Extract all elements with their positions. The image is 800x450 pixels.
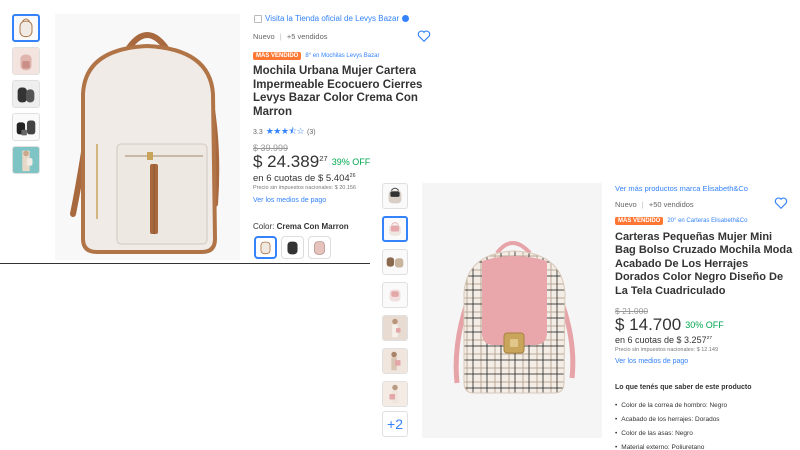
p2-bestseller-row: MÁS VENDIDO 20° en Carteras Elisabeth&Co (615, 217, 747, 225)
p2-thumbnail-7[interactable] (382, 381, 408, 407)
main-product-image[interactable] (55, 14, 240, 260)
favorite-heart-icon[interactable] (417, 29, 431, 43)
rating-row[interactable]: 3.3 ★★★⯪☆ (3) (253, 124, 316, 140)
p2-category-rank-link[interactable]: 20° en Carteras Elisabeth&Co (667, 218, 747, 224)
review-count: (3) (307, 128, 316, 136)
spec-item: Acabado de los herrajes: Dorados (615, 413, 727, 427)
spec-item: Color de las asas: Negro (615, 427, 727, 441)
backpack-cream-icon (19, 18, 33, 38)
p2-thumbnail-2[interactable] (382, 216, 408, 242)
thumbnail-4[interactable] (12, 113, 40, 141)
condition-sold: Nuevo | +5 vendidos (253, 32, 328, 41)
bag-set-icon (386, 257, 404, 268)
tax-note: Precio sin impuestos nacionales: $ 20.15… (253, 185, 357, 191)
p2-thumbnail-5[interactable] (382, 315, 408, 341)
discount-label: 39% OFF (331, 157, 371, 167)
installments: en 6 cuotas de $ 5.40426 (253, 173, 355, 184)
bag-pink-front-icon (389, 289, 401, 302)
price-cents: 27 (319, 154, 328, 163)
current-price: $ 24.389 27 39% OFF (253, 152, 370, 172)
p2-condition-text: Nuevo (615, 200, 637, 209)
p2-product-title: Carteras Pequeñas Mujer Mini Bag Bolso C… (615, 231, 793, 297)
mini-bag-main-image-icon (422, 183, 602, 438)
color-swatch-cream[interactable] (254, 236, 277, 259)
condition-text: Nuevo (253, 32, 275, 41)
rating-stars-icon: ★★★⯪☆ (265, 126, 305, 136)
swatch-pink-icon (314, 241, 325, 255)
swatch-cream-icon (260, 241, 271, 255)
p2-payment-methods-link[interactable]: Ver los medios de pago (615, 358, 688, 365)
p2-thumbnail-4[interactable] (382, 282, 408, 308)
p2-discount-label: 30% OFF (685, 320, 724, 330)
installments-cents: 26 (349, 173, 356, 179)
color-swatch-pink[interactable] (308, 236, 331, 259)
color-label-text: Color: (253, 222, 275, 231)
p2-thumbnail-3[interactable] (382, 249, 408, 275)
payment-methods-link[interactable]: Ver los medios de pago (253, 197, 326, 204)
p2-installments-cents: 27 (706, 336, 713, 341)
thumbnail-1[interactable] (12, 14, 40, 42)
p2-tax-note: Precio sin impuestos nacionales: $ 12.14… (615, 347, 719, 353)
backpack-pink-icon (13, 48, 39, 74)
backpack-black-set-icon (16, 120, 36, 136)
backpack-black-icon (13, 81, 39, 107)
know-section-title: Lo que tenés que saber de este producto (615, 384, 752, 391)
p2-sold-count: +50 vendidos (648, 200, 694, 209)
bag-model-3-icon (383, 382, 407, 406)
p2-favorite-heart-icon[interactable] (774, 196, 788, 210)
p2-current-price: $ 14.700 30% OFF (615, 315, 724, 335)
product-title: Mochila Urbana Mujer Cartera Impermeable… (253, 65, 423, 118)
brand-products-link[interactable]: Ver más productos marca Elisabeth&Co (615, 184, 748, 193)
color-swatch-black[interactable] (281, 236, 304, 259)
installments-text: en 6 cuotas de $ 5.404 (253, 173, 350, 185)
bag-checkered-pink-icon (389, 222, 401, 236)
category-rank-link[interactable]: 8° en Mochilas Levys Bazar (305, 53, 379, 59)
more-images-button[interactable]: +2 (382, 411, 408, 437)
selected-color: Crema Con Marron (276, 222, 349, 231)
separator-line (0, 263, 370, 264)
official-store-link[interactable]: Visita la Tienda oficial de Levys Bazar (254, 14, 410, 23)
p2-thumbnail-6[interactable] (382, 348, 408, 374)
product-panel-elisabeth: +2 Ver más productos marca Elisabeth&Co … (378, 173, 800, 450)
more-images-count: +2 (387, 416, 403, 432)
bestseller-row: MÁS VENDIDO 8° en Mochilas Levys Bazar (253, 52, 379, 60)
store-icon (254, 14, 262, 23)
thumbnail-2[interactable] (12, 47, 40, 75)
bestseller-badge: MÁS VENDIDO (253, 52, 302, 60)
p2-main-product-image[interactable] (422, 183, 602, 438)
sold-count: +5 vendidos (286, 32, 328, 41)
swatch-black-icon (287, 241, 298, 255)
bag-model-2-icon (383, 349, 407, 373)
p2-bestseller-badge: MÁS VENDIDO (615, 217, 664, 225)
p2-price-value: $ 14.700 (615, 315, 682, 334)
color-selector-label: Color: Crema Con Marron (253, 222, 349, 231)
backpack-main-image-icon (55, 14, 240, 260)
p2-thumbnail-1[interactable] (382, 183, 408, 209)
spec-item: Material externo: Poliuretano (615, 441, 727, 450)
rating-value: 3.3 (253, 128, 263, 136)
verified-icon (402, 15, 410, 22)
store-link-text: Visita la Tienda oficial de Levys Bazar (265, 14, 400, 23)
spec-item: Color de la correa de hombro: Negro (615, 399, 727, 413)
thumbnail-5[interactable] (12, 146, 40, 174)
bag-checkered-dark-icon (388, 187, 402, 204)
p2-installments-text: en 6 cuotas de $ 3.257 (615, 335, 707, 345)
backpack-model-icon (13, 147, 39, 173)
thumbnail-3[interactable] (12, 80, 40, 108)
bag-model-icon (383, 316, 407, 340)
p2-installments: en 6 cuotas de $ 3.25727 (615, 335, 712, 345)
price-value: $ 24.389 (253, 152, 320, 171)
p2-condition-sold: Nuevo | +50 vendidos (615, 200, 694, 209)
spec-list: Color de la correa de hombro: Negro Acab… (615, 399, 727, 450)
